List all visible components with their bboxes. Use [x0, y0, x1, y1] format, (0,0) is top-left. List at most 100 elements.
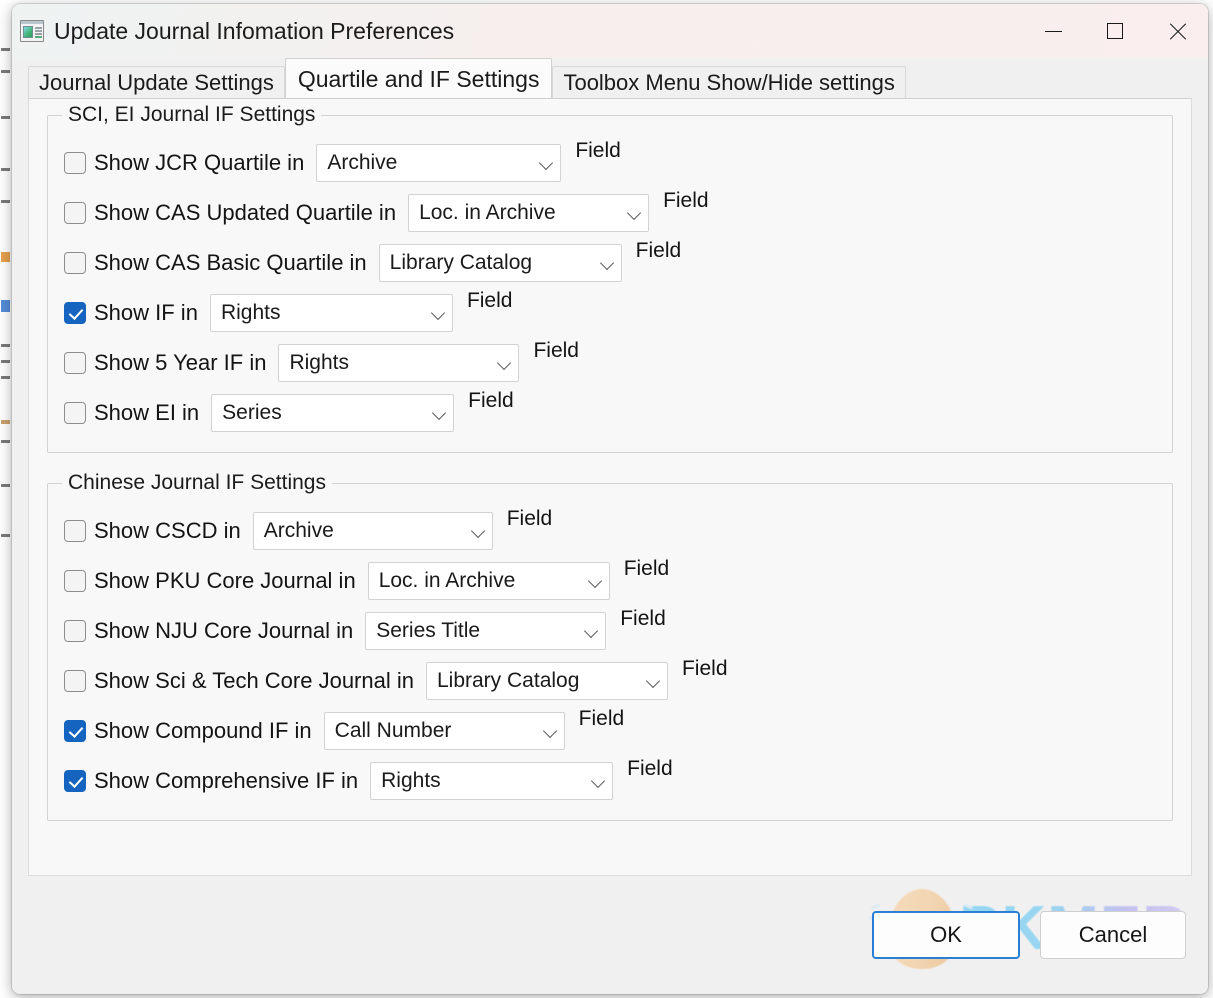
- checkbox-show-5-year-if[interactable]: [64, 352, 86, 374]
- maximize-button[interactable]: [1084, 4, 1146, 58]
- field-suffix-label: Field: [635, 239, 682, 262]
- field-suffix-label: Field: [620, 607, 666, 630]
- combo-compound-if-field[interactable]: Call Number: [323, 712, 565, 750]
- title-bar: Update Journal Infomation Preferences: [12, 4, 1208, 58]
- combo-value: Call Number: [334, 719, 452, 742]
- background-chip: [1, 200, 10, 203]
- preferences-dialog: Update Journal Infomation Preferences Jo…: [12, 4, 1208, 994]
- combo-comprehensive-if-field[interactable]: Rights: [370, 762, 614, 800]
- group-title: Chinese Journal IF Settings: [62, 470, 332, 496]
- chevron-down-icon: [584, 624, 599, 639]
- checkbox-show-compound-if[interactable]: [64, 720, 86, 742]
- row-show-comprehensive-if: Show Comprehensive IF in Rights Field: [64, 756, 1156, 806]
- row-show-cas-basic-quartile: Show CAS Basic Quartile in Library Catal…: [64, 238, 1156, 288]
- background-left-strip: [0, 14, 12, 998]
- chevron-down-icon: [539, 156, 554, 171]
- close-button[interactable]: [1146, 4, 1208, 58]
- group-title: SCI, EI Journal IF Settings: [62, 102, 322, 128]
- background-chip: [1, 116, 10, 119]
- row-label: Show Compound IF in: [94, 718, 312, 743]
- checkbox-show-comprehensive-if[interactable]: [64, 770, 86, 792]
- background-chip: [1, 168, 10, 171]
- combo-cscd-field[interactable]: Archive: [252, 512, 493, 550]
- checkbox-show-pku-core-journal[interactable]: [64, 570, 86, 592]
- field-suffix-label: Field: [663, 189, 709, 212]
- checkbox-show-if[interactable]: [64, 302, 86, 324]
- combo-if-field[interactable]: Rights: [209, 294, 453, 332]
- row-label: Show EI in: [94, 400, 200, 425]
- background-chip: [1, 440, 10, 443]
- row-label: Show NJU Core Journal in: [94, 618, 354, 643]
- combo-sci-tech-core-journal-field[interactable]: Library Catalog: [425, 662, 668, 700]
- group-sci-ei-journal-if-settings: SCI, EI Journal IF Settings Show JCR Qua…: [47, 102, 1173, 453]
- tab-quartile-and-if-settings[interactable]: Quartile and IF Settings: [284, 58, 553, 98]
- checkbox-show-cas-basic-quartile[interactable]: [64, 252, 86, 274]
- combo-value: Series: [222, 401, 282, 424]
- group-chinese-journal-if-settings: Chinese Journal IF Settings Show CSCD in…: [47, 470, 1173, 821]
- background-chip: [1, 484, 10, 487]
- combo-pku-core-journal-field[interactable]: Loc. in Archive: [367, 562, 610, 600]
- chevron-down-icon: [432, 406, 447, 421]
- tab-strip: Journal Update Settings Quartile and IF …: [12, 58, 1208, 98]
- chevron-down-icon: [431, 306, 446, 321]
- cancel-button[interactable]: Cancel: [1040, 911, 1186, 959]
- combo-value: Archive: [263, 519, 334, 542]
- window-preview-icon: [20, 20, 44, 42]
- dialog-footer: PKMER OK Cancel: [12, 876, 1208, 994]
- checkbox-show-jcr-quartile[interactable]: [64, 152, 86, 174]
- minimize-icon: [1044, 30, 1062, 32]
- row-show-nju-core-journal: Show NJU Core Journal in Series Title Fi…: [64, 606, 1156, 656]
- row-label: Show IF in: [94, 300, 198, 325]
- window-controls: [1022, 4, 1208, 58]
- combo-ei-field[interactable]: Series: [211, 394, 455, 432]
- field-suffix-label: Field: [533, 339, 579, 362]
- checkbox-show-nju-core-journal[interactable]: [64, 620, 86, 642]
- combo-cas-basic-quartile-field[interactable]: Library Catalog: [378, 244, 622, 282]
- tab-journal-update-settings[interactable]: Journal Update Settings: [28, 66, 285, 98]
- checkbox-show-cscd[interactable]: [64, 520, 86, 542]
- combo-nju-core-journal-field[interactable]: Series Title: [365, 612, 607, 650]
- combo-value: Library Catalog: [389, 251, 533, 274]
- ok-button[interactable]: OK: [872, 911, 1020, 959]
- field-suffix-label: Field: [623, 557, 670, 580]
- combo-value: Series Title: [376, 619, 481, 642]
- row-show-if: Show IF in Rights Field: [64, 288, 1156, 338]
- field-suffix-label: Field: [466, 289, 513, 312]
- chevron-down-icon: [646, 674, 661, 689]
- window-title: Update Journal Infomation Preferences: [54, 17, 455, 44]
- minimize-button[interactable]: [1022, 4, 1084, 58]
- background-chip: [1, 48, 10, 51]
- row-label: Show CAS Basic Quartile in: [94, 250, 367, 275]
- field-suffix-label: Field: [578, 707, 625, 730]
- chevron-down-icon: [497, 356, 512, 371]
- row-show-compound-if: Show Compound IF in Call Number Field: [64, 706, 1156, 756]
- combo-jcr-quartile-field[interactable]: Archive: [316, 144, 562, 182]
- row-label: Show Sci & Tech Core Journal in: [94, 668, 414, 693]
- background-chip: [1, 376, 10, 379]
- combo-value: Rights: [381, 769, 441, 792]
- field-suffix-label: Field: [681, 657, 728, 680]
- combo-value: Loc. in Archive: [378, 569, 516, 592]
- checkbox-show-sci-tech-core-journal[interactable]: [64, 670, 86, 692]
- field-suffix-label: Field: [627, 757, 673, 780]
- tab-toolbox-menu-settings[interactable]: Toolbox Menu Show/Hide settings: [552, 66, 906, 98]
- checkbox-show-cas-updated-quartile[interactable]: [64, 202, 86, 224]
- combo-5-year-if-field[interactable]: Rights: [278, 344, 520, 382]
- chevron-down-icon: [543, 724, 558, 739]
- combo-value: Loc. in Archive: [419, 201, 556, 224]
- close-icon: [1168, 22, 1187, 41]
- background-chip: [1, 252, 10, 262]
- combo-value: Library Catalog: [436, 669, 580, 692]
- combo-cas-updated-quartile-field[interactable]: Loc. in Archive: [408, 194, 650, 232]
- background-chip: [1, 70, 10, 73]
- chevron-down-icon: [591, 774, 606, 789]
- row-show-ei: Show EI in Series Field: [64, 388, 1156, 438]
- field-suffix-label: Field: [575, 139, 621, 162]
- combo-value: Archive: [327, 151, 398, 174]
- row-show-jcr-quartile: Show JCR Quartile in Archive Field: [64, 138, 1156, 188]
- background-chip: [1, 534, 10, 537]
- row-show-cscd: Show CSCD in Archive Field: [64, 506, 1156, 556]
- checkbox-show-ei[interactable]: [64, 402, 86, 424]
- row-label: Show Comprehensive IF in: [94, 768, 359, 793]
- field-suffix-label: Field: [468, 389, 514, 412]
